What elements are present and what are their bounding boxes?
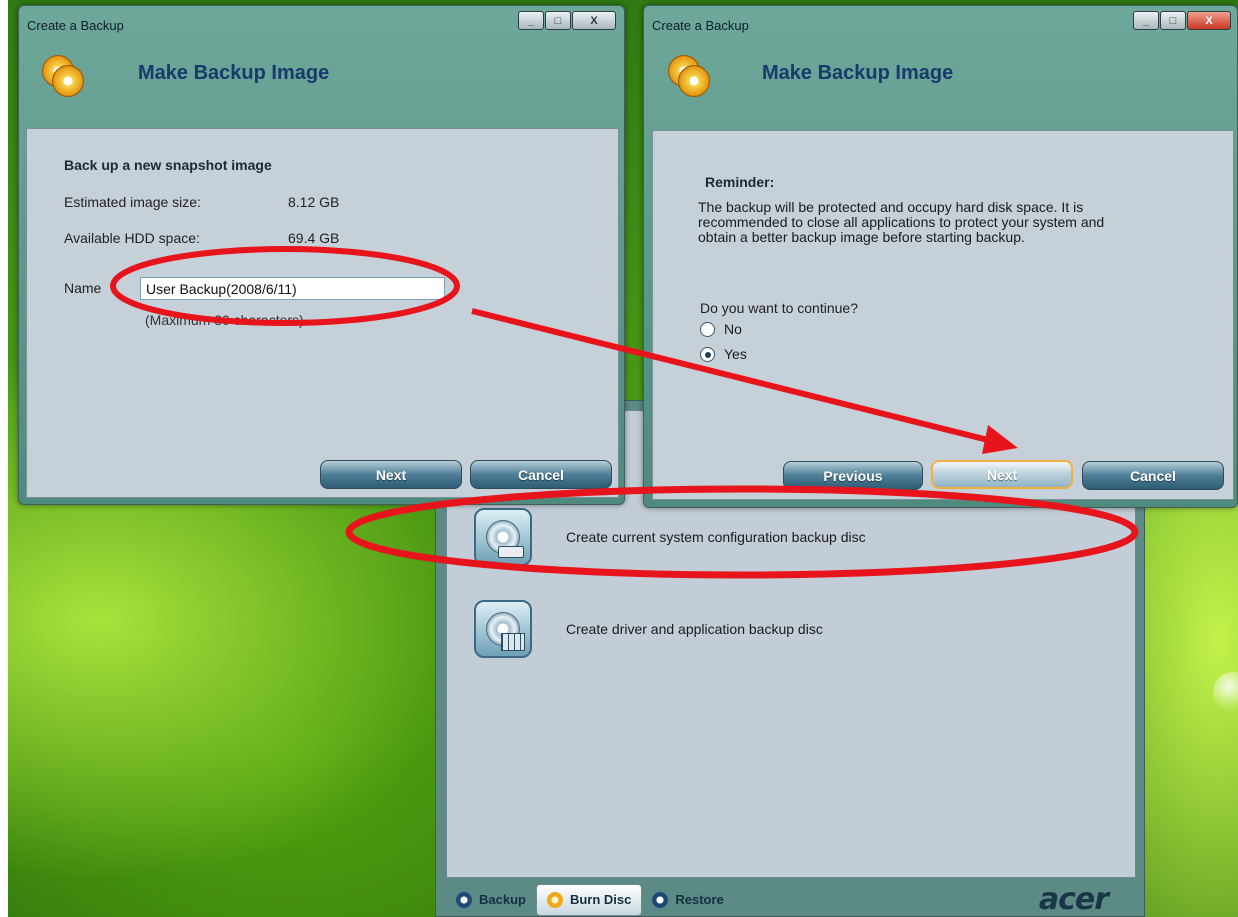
cancel-button[interactable]: Cancel (1082, 461, 1224, 490)
radio-option-yes[interactable]: Yes (700, 346, 747, 362)
dialog-left-body (26, 128, 619, 498)
tab-restore[interactable]: Restore (642, 884, 733, 916)
next-button[interactable]: Next (931, 460, 1073, 489)
dialog-left-titlebar[interactable]: Create a Backup _ □ X (19, 6, 624, 46)
application-disc-icon (474, 600, 532, 658)
dialog-right-titlebar[interactable]: Create a Backup _ □ X (644, 6, 1237, 46)
tab-label: Restore (675, 892, 724, 907)
next-button[interactable]: Next (320, 460, 462, 489)
radio-label: Yes (724, 346, 747, 362)
close-button[interactable]: X (572, 11, 616, 30)
minimize-button[interactable]: _ (518, 11, 544, 30)
continue-question: Do you want to continue? (700, 300, 858, 316)
reminder-title: Reminder: (705, 174, 775, 190)
reminder-line: The backup will be protected and occupy … (698, 199, 1084, 215)
radio-button[interactable] (700, 346, 715, 362)
backup-disc-icon (474, 508, 532, 566)
maximize-button[interactable]: □ (545, 11, 571, 30)
tab-label: Burn Disc (569, 892, 632, 907)
available-space-label: Available HDD space: (64, 230, 200, 246)
estimated-size-value: 8.12 GB (288, 194, 340, 210)
minimize-button[interactable]: _ (1133, 11, 1159, 30)
reminder-line: recommended to close all applications to… (698, 214, 1105, 230)
backup-app-icon (666, 53, 712, 99)
previous-button[interactable]: Previous (783, 461, 923, 490)
radio-option-no[interactable]: No (700, 321, 742, 337)
available-space-value: 69.4 GB (288, 230, 340, 246)
name-label: Name (64, 280, 102, 296)
tab-burn-disc[interactable]: Burn Disc (535, 883, 643, 916)
window-controls: _ □ X (1132, 11, 1231, 30)
water-drop-decoration (1213, 672, 1238, 712)
restore-tab-icon (652, 891, 669, 908)
close-button[interactable]: X (1187, 11, 1231, 30)
burn-disc-tab-icon (546, 891, 563, 908)
section-title: Back up a new snapshot image (64, 157, 272, 173)
option-label: Create current system configuration back… (566, 529, 866, 545)
window-controls: _ □ X (517, 11, 616, 30)
acer-logo: acer (1038, 882, 1109, 917)
header-title: Make Backup Image (762, 62, 954, 84)
bottom-tab-bar: Backup Burn Disc Restore acer (446, 882, 1136, 917)
backup-app-icon (40, 53, 86, 99)
radio-button[interactable] (700, 321, 715, 337)
window-title: Create a Backup (27, 18, 124, 33)
backup-tab-icon (456, 891, 472, 908)
create-driver-app-backup-disc-option[interactable]: Create driver and application backup dis… (474, 600, 823, 658)
cancel-button[interactable]: Cancel (470, 460, 612, 489)
reminder-line: obtain a better backup image before star… (698, 229, 1025, 245)
option-label: Create driver and application backup dis… (566, 621, 823, 637)
window-title: Create a Backup (652, 18, 749, 33)
tab-label: Backup (479, 892, 526, 907)
estimated-size-label: Estimated image size: (64, 194, 201, 210)
maximize-button[interactable]: □ (1160, 11, 1186, 30)
name-hint: (Maximum 30 characters) (145, 312, 304, 328)
header-title: Make Backup Image (138, 62, 330, 84)
backup-name-input[interactable] (140, 277, 445, 300)
reminder-text: The backup will be protected and occupy … (698, 200, 1104, 245)
radio-label: No (724, 321, 742, 337)
tab-backup[interactable]: Backup (446, 884, 536, 916)
create-system-backup-disc-option[interactable]: Create current system configuration back… (474, 508, 866, 566)
